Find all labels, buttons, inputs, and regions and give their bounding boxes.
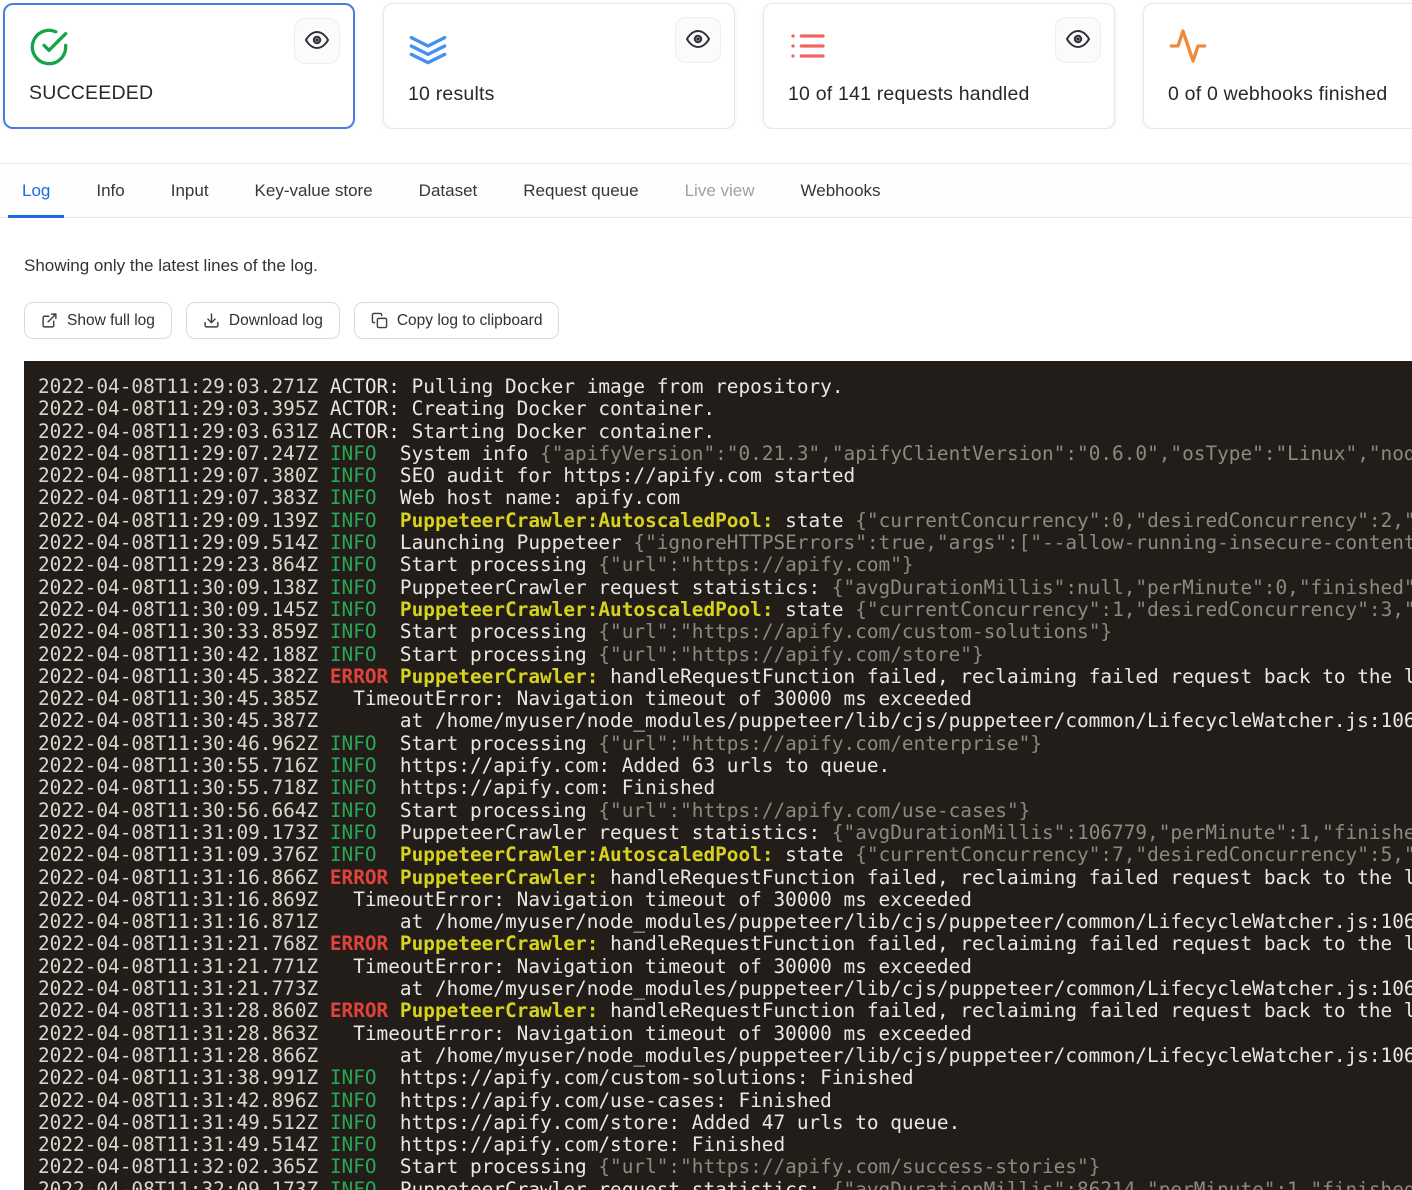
log-line: 2022-04-08T11:30:45.385Z TimeoutError: N… <box>38 688 1412 710</box>
log-line: 2022-04-08T11:31:09.376Z INFO PuppeteerC… <box>38 844 1412 866</box>
tab-webhooks[interactable]: Webhooks <box>787 181 895 218</box>
log-line: 2022-04-08T11:31:21.771Z TimeoutError: N… <box>38 956 1412 978</box>
log-line: 2022-04-08T11:30:33.859Z INFO Start proc… <box>38 621 1412 643</box>
eye-button-results[interactable] <box>675 17 721 63</box>
eye-icon <box>686 27 710 54</box>
status-card-requests[interactable]: 10 of 141 requests handled <box>763 3 1115 129</box>
status-card-run-status[interactable]: SUCCEEDED <box>3 3 355 129</box>
log-line: 2022-04-08T11:29:03.395Z ACTOR: Creating… <box>38 398 1412 420</box>
copy-icon <box>371 312 388 329</box>
tab-key-value-store[interactable]: Key-value store <box>241 181 387 218</box>
tab-live-view: Live view <box>671 181 769 218</box>
tab-dataset[interactable]: Dataset <box>405 181 492 218</box>
log-line: 2022-04-08T11:30:42.188Z INFO Start proc… <box>38 644 1412 666</box>
log-line: 2022-04-08T11:31:42.896Z INFO https://ap… <box>38 1090 1412 1112</box>
tab-input[interactable]: Input <box>157 181 223 218</box>
log-line: 2022-04-08T11:29:07.247Z INFO System inf… <box>38 443 1412 465</box>
layers-icon <box>408 26 448 66</box>
action-button-label: Show full log <box>67 312 155 330</box>
download-icon <box>203 312 220 329</box>
check-circle-icon <box>29 27 69 67</box>
log-line: 2022-04-08T11:29:07.383Z INFO Web host n… <box>38 487 1412 509</box>
pulse-icon <box>1168 26 1208 66</box>
log-line: 2022-04-08T11:31:49.514Z INFO https://ap… <box>38 1134 1412 1156</box>
log-line: 2022-04-08T11:31:21.768Z ERROR Puppeteer… <box>38 933 1412 955</box>
log-line: 2022-04-08T11:31:16.871Z at /home/myuser… <box>38 911 1412 933</box>
log-line: 2022-04-08T11:31:38.991Z INFO https://ap… <box>38 1067 1412 1089</box>
log-actions: Show full log Download log Copy log to cli… <box>24 302 1412 339</box>
log-line: 2022-04-08T11:30:46.962Z INFO Start proc… <box>38 733 1412 755</box>
eye-button-run-status[interactable] <box>294 18 340 64</box>
status-cards: SUCCEEDED 10 results 10 of 141 requests ha… <box>0 0 1412 129</box>
log-line: 2022-04-08T11:30:56.664Z INFO Start proc… <box>38 800 1412 822</box>
log-line: 2022-04-08T11:31:16.869Z TimeoutError: N… <box>38 889 1412 911</box>
log-line: 2022-04-08T11:31:16.866Z ERROR Puppeteer… <box>38 867 1412 889</box>
log-line: 2022-04-08T11:31:28.863Z TimeoutError: N… <box>38 1023 1412 1045</box>
external-link-icon <box>41 312 58 329</box>
log-output[interactable]: 2022-04-08T11:29:03.271Z ACTOR: Pulling … <box>24 361 1412 1190</box>
tab-bar: Log Info Input Key-value store Dataset Reques… <box>0 163 1412 218</box>
status-card-results[interactable]: 10 results <box>383 3 735 129</box>
status-card-label: SUCCEEDED <box>29 82 153 105</box>
tab-request-queue[interactable]: Request queue <box>509 181 652 218</box>
log-line: 2022-04-08T11:31:49.512Z INFO https://ap… <box>38 1112 1412 1134</box>
status-card-webhooks[interactable]: 0 of 0 webhooks finished <box>1143 3 1412 129</box>
log-line: 2022-04-08T11:31:28.860Z ERROR Puppeteer… <box>38 1000 1412 1022</box>
log-line: 2022-04-08T11:32:09.173Z INFO PuppeteerC… <box>38 1179 1412 1190</box>
log-line: 2022-04-08T11:31:21.773Z at /home/myuser… <box>38 978 1412 1000</box>
eye-button-requests[interactable] <box>1055 17 1101 63</box>
status-card-label: 0 of 0 webhooks finished <box>1168 83 1387 106</box>
log-line: 2022-04-08T11:29:23.864Z INFO Start proc… <box>38 554 1412 576</box>
action-button-label: Download log <box>229 312 323 330</box>
action-button-label: Copy log to clipboard <box>397 312 543 330</box>
eye-icon <box>1066 27 1090 54</box>
status-card-label: 10 results <box>408 83 495 106</box>
log-line: 2022-04-08T11:30:55.718Z INFO https://ap… <box>38 777 1412 799</box>
log-line: 2022-04-08T11:29:03.631Z ACTOR: Starting… <box>38 421 1412 443</box>
log-line: 2022-04-08T11:29:07.380Z INFO SEO audit … <box>38 465 1412 487</box>
download-log-button[interactable]: Download log <box>186 302 340 339</box>
log-line: 2022-04-08T11:30:09.138Z INFO PuppeteerC… <box>38 577 1412 599</box>
log-line: 2022-04-08T11:30:45.382Z ERROR Puppeteer… <box>38 666 1412 688</box>
log-line: 2022-04-08T11:30:09.145Z INFO PuppeteerC… <box>38 599 1412 621</box>
show-full-log-button[interactable]: Show full log <box>24 302 172 339</box>
list-icon <box>788 26 828 66</box>
log-line: 2022-04-08T11:29:09.139Z INFO PuppeteerC… <box>38 510 1412 532</box>
log-line: 2022-04-08T11:31:09.173Z INFO PuppeteerC… <box>38 822 1412 844</box>
log-line: 2022-04-08T11:31:28.866Z at /home/myuser… <box>38 1045 1412 1067</box>
log-line: 2022-04-08T11:30:45.387Z at /home/myuser… <box>38 710 1412 732</box>
tab-info[interactable]: Info <box>82 181 138 218</box>
eye-icon <box>305 28 329 55</box>
tab-log[interactable]: Log <box>8 181 64 218</box>
log-line: 2022-04-08T11:30:55.716Z INFO https://ap… <box>38 755 1412 777</box>
copy-log-button[interactable]: Copy log to clipboard <box>354 302 560 339</box>
status-card-label: 10 of 141 requests handled <box>788 83 1030 106</box>
log-line: 2022-04-08T11:32:02.365Z INFO Start proc… <box>38 1156 1412 1178</box>
log-line: 2022-04-08T11:29:03.271Z ACTOR: Pulling … <box>38 376 1412 398</box>
log-notice: Showing only the latest lines of the log… <box>24 256 1412 276</box>
log-line: 2022-04-08T11:29:09.514Z INFO Launching … <box>38 532 1412 554</box>
